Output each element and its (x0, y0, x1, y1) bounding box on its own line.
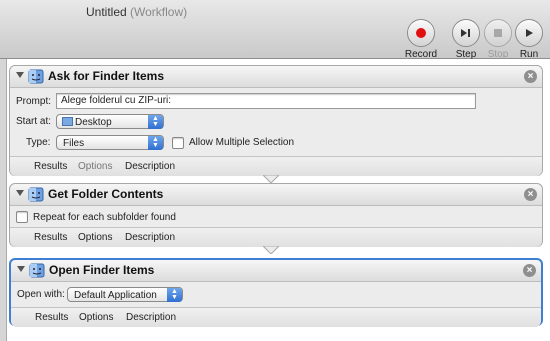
open-with-value: Default Application (74, 290, 157, 301)
type-popup[interactable]: Files ▲ ▼ (56, 135, 164, 150)
library-pane-edge[interactable] (0, 59, 7, 341)
run-label: Run (519, 49, 539, 60)
action-title: Get Folder Contents (48, 187, 164, 201)
tab-options[interactable]: Options (78, 232, 112, 243)
finder-icon (28, 69, 44, 84)
tab-results[interactable]: Results (35, 312, 68, 323)
tab-options[interactable]: Options (79, 312, 113, 323)
tab-results[interactable]: Results (34, 161, 67, 172)
action-title: Open Finder Items (49, 263, 155, 277)
tab-options[interactable]: Options (78, 161, 112, 172)
type-label: Type: (26, 137, 51, 148)
allow-multiple-label: Allow Multiple Selection (189, 137, 295, 148)
action-options-body: Repeat for each subfolder found (10, 206, 542, 227)
finder-icon (28, 187, 44, 202)
action-connector (263, 175, 279, 183)
close-icon[interactable]: × (524, 188, 537, 201)
prompt-label: Prompt: (16, 95, 52, 107)
close-icon[interactable]: × (523, 264, 536, 277)
action-footer: Results Options Description (10, 156, 542, 176)
action-header[interactable]: Ask for Finder Items × (10, 66, 542, 88)
action-ask-for-finder-items[interactable]: Ask for Finder Items × Prompt: Alege fol… (9, 65, 543, 176)
record-icon (407, 19, 435, 47)
action-get-folder-contents[interactable]: Get Folder Contents × Repeat for each su… (9, 183, 543, 247)
start-at-value: Desktop (75, 117, 112, 128)
action-footer: Results Options Description (10, 227, 542, 247)
close-icon[interactable]: × (524, 70, 537, 83)
action-options-body: Open with: Default Application ▲ ▼ (11, 282, 541, 307)
open-with-label: Open with: (17, 289, 65, 300)
desktop-folder-icon (62, 117, 73, 126)
tab-description[interactable]: Description (125, 161, 175, 172)
record-label: Record (404, 49, 438, 60)
run-button[interactable]: Run (509, 19, 549, 60)
popup-arrows-icon: ▲ ▼ (167, 288, 182, 302)
disclosure-triangle-icon[interactable] (17, 266, 25, 272)
tab-description[interactable]: Description (125, 232, 175, 243)
run-icon (515, 19, 543, 47)
allow-multiple-checkbox[interactable] (172, 136, 184, 149)
finder-icon (29, 263, 45, 278)
start-at-popup[interactable]: Desktop ▲ ▼ (56, 114, 164, 129)
window-title-subtitle: (Workflow) (130, 5, 188, 19)
tab-description[interactable]: Description (126, 312, 176, 323)
type-value: Files (63, 138, 85, 149)
disclosure-triangle-icon[interactable] (16, 72, 24, 78)
action-title: Ask for Finder Items (48, 69, 165, 83)
action-options-body: Prompt: Alege folderul cu ZIP-uri: Start… (10, 88, 542, 156)
window-title: Untitled (Workflow) (86, 5, 187, 19)
start-at-label: Start at: (16, 116, 52, 127)
action-connector (263, 246, 279, 254)
window-title-name: Untitled (86, 5, 127, 19)
step-icon (452, 19, 480, 47)
repeat-subfolders-label: Repeat for each subfolder found (33, 211, 176, 223)
action-header[interactable]: Open Finder Items × (11, 260, 541, 282)
action-footer: Results Options Description (11, 307, 541, 327)
prompt-input[interactable]: Alege folderul cu ZIP-uri: (56, 93, 476, 109)
tab-results[interactable]: Results (34, 232, 67, 243)
popup-arrows-icon: ▲ ▼ (148, 115, 163, 129)
popup-arrows-icon: ▲ ▼ (148, 136, 163, 150)
open-with-popup[interactable]: Default Application ▲ ▼ (67, 287, 183, 302)
stop-icon (484, 19, 512, 47)
disclosure-triangle-icon[interactable] (16, 190, 24, 196)
workflow-toolbar: Untitled (Workflow) Record Step Stop Run (0, 0, 550, 60)
action-header[interactable]: Get Folder Contents × (10, 184, 542, 206)
repeat-subfolders-checkbox[interactable] (16, 211, 28, 223)
record-button[interactable]: Record (401, 19, 441, 60)
action-open-finder-items[interactable]: Open Finder Items × Open with: Default A… (9, 258, 543, 327)
